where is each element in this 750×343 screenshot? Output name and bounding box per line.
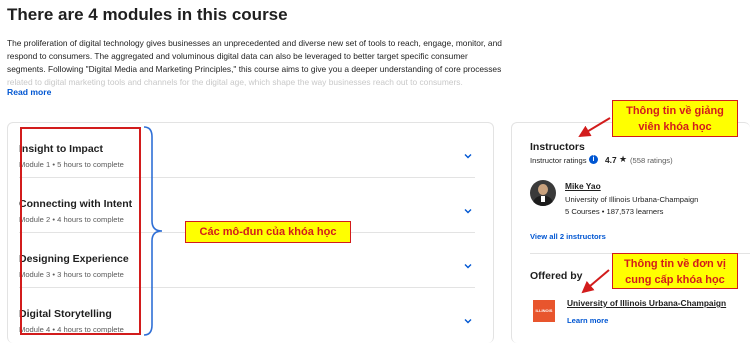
university-name-link[interactable]: University of Illinois Urbana-Champaign xyxy=(567,298,726,308)
page-title: There are 4 modules in this course xyxy=(7,5,288,24)
callout-line: Thông tin về đơn vị xyxy=(624,258,726,270)
description-line: segments. Following "Digital Media and M… xyxy=(7,64,502,74)
instructor-name-link[interactable]: Mike Yao xyxy=(565,181,601,191)
callout-line: cung cấp khóa học xyxy=(625,274,725,286)
description-line: The proliferation of digital technology … xyxy=(7,38,502,48)
star-icon: ★ xyxy=(619,154,628,164)
chevron-down-icon[interactable] xyxy=(463,206,473,216)
instructor-ratings-label: Instructor ratings xyxy=(530,156,587,165)
rating-count: (558 ratings) xyxy=(630,156,673,165)
rating-value: 4.7 xyxy=(605,155,617,165)
description-line: respond to consumers. The aggregated and… xyxy=(7,51,468,61)
instructor-org: University of Illinois Urbana-Champaign xyxy=(565,195,699,204)
view-all-instructors-link[interactable]: View all 2 instructors xyxy=(530,232,606,241)
instructors-callout: Thông tin về giảng viên khóa học xyxy=(612,100,738,137)
info-icon[interactable]: i xyxy=(589,155,598,164)
offered-by-callout: Thông tin về đơn vị cung cấp khóa học xyxy=(612,253,738,289)
callout-line: Thông tin về giảng xyxy=(626,105,724,117)
read-more-link[interactable]: Read more xyxy=(7,87,51,97)
modules-callout: Các mô-đun của khóa học xyxy=(185,221,351,243)
instructors-title: Instructors xyxy=(530,141,585,153)
chevron-down-icon[interactable] xyxy=(463,316,473,326)
callout-line: viên khóa học xyxy=(638,121,712,133)
chevron-down-icon[interactable] xyxy=(463,261,473,271)
avatar[interactable] xyxy=(530,180,556,206)
modules-highlight-box xyxy=(20,127,141,335)
learn-more-link[interactable]: Learn more xyxy=(567,316,608,325)
description-line-faded: related to digital marketing tools and c… xyxy=(7,77,463,87)
offered-by-title: Offered by xyxy=(530,270,583,282)
chevron-down-icon[interactable] xyxy=(463,151,473,161)
instructor-stats: 5 Courses • 187,573 learners xyxy=(565,207,664,216)
course-description: The proliferation of digital technology … xyxy=(7,37,507,89)
curly-brace-icon xyxy=(143,126,163,336)
university-logo[interactable]: ILLINOIS xyxy=(533,300,555,322)
